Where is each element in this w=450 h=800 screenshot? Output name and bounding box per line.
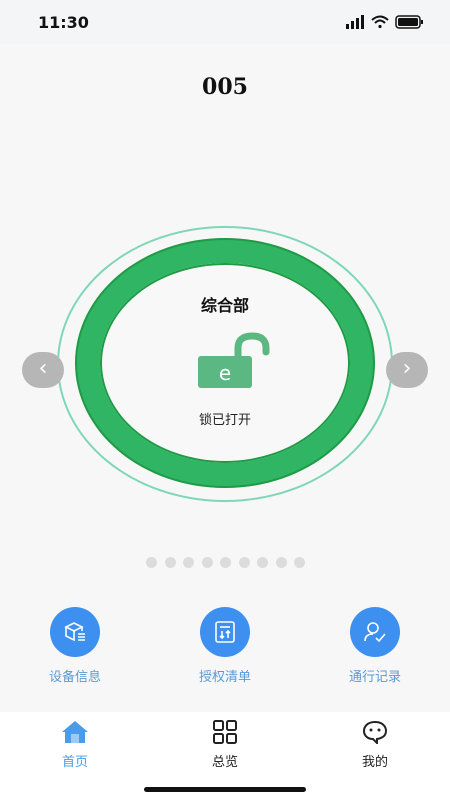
previous-door-button[interactable]: ‹ xyxy=(22,352,64,388)
grid-icon xyxy=(213,720,237,744)
tab-mine[interactable]: 我的 xyxy=(330,720,420,770)
home-indicator xyxy=(144,787,306,792)
status-icons xyxy=(346,15,423,29)
tab-home[interactable]: 首页 xyxy=(30,720,120,770)
lock-badge: e xyxy=(219,361,231,385)
page-dot[interactable] xyxy=(164,557,176,568)
authorization-list-label: 授权清单 xyxy=(198,670,251,685)
tab-overview[interactable]: 总览 xyxy=(180,720,270,770)
access-record-button[interactable]: 通行记录 xyxy=(320,607,430,685)
page-indicator xyxy=(146,557,305,568)
page-dot[interactable] xyxy=(257,557,268,568)
unlocked-padlock-icon: e xyxy=(198,332,270,388)
authorization-list-button[interactable]: 授权清单 xyxy=(170,607,280,685)
authorization-list-icon xyxy=(200,607,250,657)
tab-mine-label: 我的 xyxy=(361,755,388,770)
home-icon xyxy=(62,721,88,743)
door-number-title: 005 xyxy=(202,74,248,100)
wifi-icon xyxy=(371,15,389,29)
department-name: 综合部 xyxy=(200,296,249,315)
battery-icon xyxy=(395,15,423,29)
page-dot[interactable] xyxy=(201,557,213,568)
device-info-label: 设备信息 xyxy=(48,670,101,685)
status-time: 11:30 xyxy=(38,13,89,32)
page-dot[interactable] xyxy=(294,557,305,568)
page-dot[interactable] xyxy=(238,557,250,568)
device-box-icon xyxy=(50,607,100,657)
page-dot[interactable] xyxy=(146,557,157,568)
access-record-icon xyxy=(350,607,400,657)
lock-status-text: 锁已打开 xyxy=(198,413,251,428)
chevron-right-icon: › xyxy=(402,356,412,381)
device-info-button[interactable]: 设备信息 xyxy=(20,607,130,685)
access-record-label: 通行记录 xyxy=(348,670,401,685)
chat-face-icon xyxy=(362,720,388,746)
status-bar: 11:30 xyxy=(0,0,450,44)
page-dot[interactable] xyxy=(275,557,287,568)
chevron-left-icon: ‹ xyxy=(38,356,48,381)
signal-icon xyxy=(346,15,364,29)
next-door-button[interactable]: › xyxy=(386,352,428,388)
page-dot[interactable] xyxy=(183,557,194,568)
tab-home-label: 首页 xyxy=(61,755,88,770)
tab-overview-label: 总览 xyxy=(211,755,238,770)
page-dot[interactable] xyxy=(220,557,231,568)
